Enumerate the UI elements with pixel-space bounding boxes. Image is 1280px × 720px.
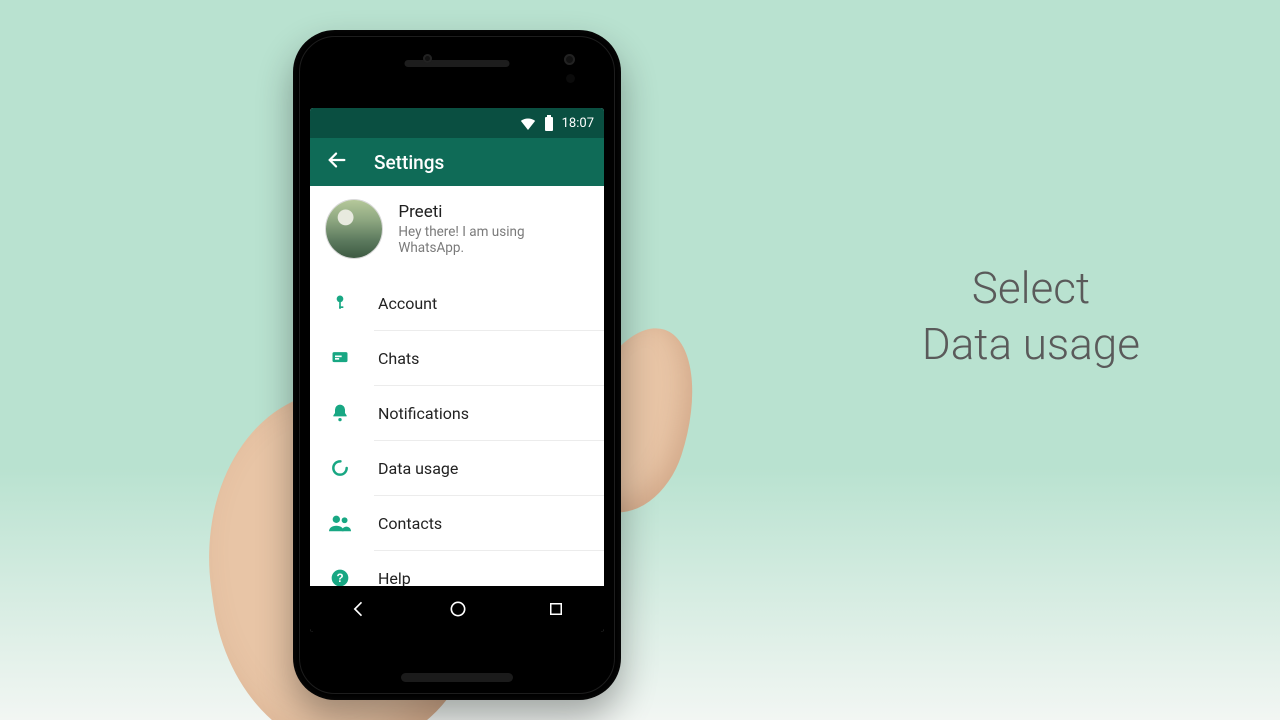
wifi-icon — [520, 117, 536, 130]
battery-icon — [544, 115, 554, 131]
nav-back-icon[interactable] — [349, 599, 369, 619]
chat-icon — [328, 346, 352, 370]
settings-list: Account Chats Notification — [310, 276, 604, 586]
help-icon: ? — [328, 566, 352, 586]
phone-screen: 18:07 Settings Preeti Hey there! I am us… — [310, 108, 604, 632]
settings-item-data-usage[interactable]: Data usage — [310, 441, 604, 495]
app-bar: Settings — [310, 138, 604, 186]
back-icon[interactable] — [326, 149, 348, 175]
profile-name: Preeti — [398, 202, 588, 222]
android-nav-bar — [310, 586, 604, 632]
phone-device: 18:07 Settings Preeti Hey there! I am us… — [293, 30, 621, 700]
nav-home-icon[interactable] — [448, 599, 468, 619]
svg-text:?: ? — [336, 572, 343, 585]
settings-item-label: Account — [378, 294, 437, 313]
instruction-text: Select Data usage — [922, 260, 1140, 373]
profile-row[interactable]: Preeti Hey there! I am using WhatsApp. — [310, 186, 604, 276]
key-icon — [328, 291, 352, 315]
settings-item-label: Chats — [378, 349, 419, 368]
settings-item-contacts[interactable]: Contacts — [310, 496, 604, 550]
settings-item-account[interactable]: Account — [310, 276, 604, 330]
settings-item-notifications[interactable]: Notifications — [310, 386, 604, 440]
avatar — [326, 200, 382, 258]
settings-item-help[interactable]: ? Help — [310, 551, 604, 586]
people-icon — [328, 511, 352, 535]
page-title: Settings — [374, 151, 444, 174]
instruction-line: Data usage — [922, 316, 1140, 372]
bell-icon — [328, 401, 352, 425]
instruction-line: Select — [922, 260, 1140, 316]
tutorial-frame: 18:07 Settings Preeti Hey there! I am us… — [0, 0, 1280, 720]
settings-content: Preeti Hey there! I am using WhatsApp. A… — [310, 186, 604, 586]
data-icon — [328, 456, 352, 480]
profile-status: Hey there! I am using WhatsApp. — [398, 224, 588, 256]
pointing-finger — [369, 418, 439, 648]
status-time: 18:07 — [562, 116, 594, 131]
settings-item-chats[interactable]: Chats — [310, 331, 604, 385]
status-bar: 18:07 — [310, 108, 604, 138]
nav-recent-icon[interactable] — [547, 600, 565, 618]
